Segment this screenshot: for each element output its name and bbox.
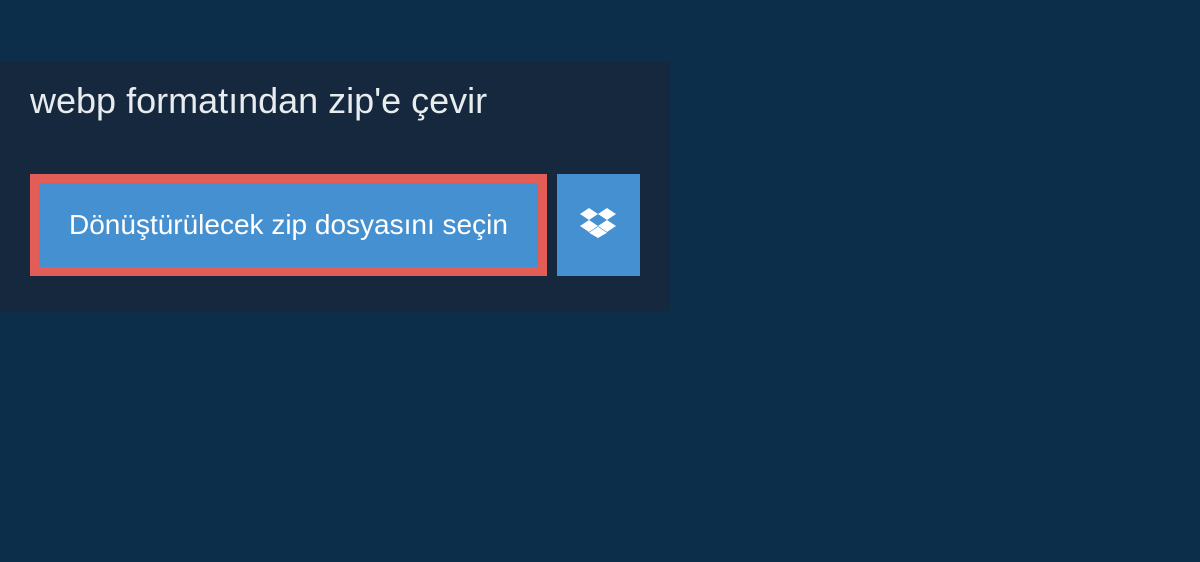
action-row: Dönüştürülecek zip dosyasını seçin bbox=[0, 144, 670, 311]
dropbox-button[interactable] bbox=[557, 174, 640, 276]
conversion-panel: webp formatından zip'e çevir Dönüştürüle… bbox=[0, 62, 670, 311]
select-file-button[interactable]: Dönüştürülecek zip dosyasını seçin bbox=[30, 174, 547, 276]
title-bar: webp formatından zip'e çevir bbox=[0, 62, 595, 144]
page-title: webp formatından zip'e çevir bbox=[30, 80, 565, 122]
select-file-label: Dönüştürülecek zip dosyasını seçin bbox=[69, 209, 508, 240]
dropbox-icon bbox=[580, 205, 616, 246]
